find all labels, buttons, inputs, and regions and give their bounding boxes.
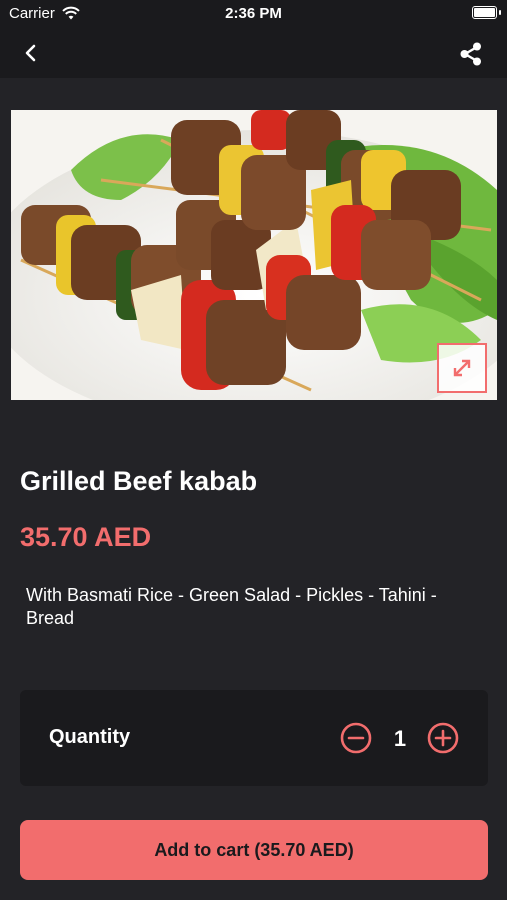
product-title: Grilled Beef kabab	[20, 466, 258, 496]
plus-circle-icon	[427, 722, 459, 754]
battery-cap	[499, 10, 501, 15]
status-bar: Carrier 2:36 PM	[0, 0, 507, 28]
quantity-value: 1	[393, 726, 407, 751]
expand-icon	[453, 359, 471, 377]
nav-bar	[0, 28, 507, 78]
decrease-quantity-button[interactable]	[340, 722, 372, 754]
share-button[interactable]	[457, 40, 485, 68]
expand-image-button[interactable]	[437, 343, 487, 393]
clock: 2:36 PM	[225, 5, 282, 22]
minus-circle-icon	[340, 722, 372, 754]
add-to-cart-button[interactable]: Add to cart (35.70 AED)	[20, 820, 488, 880]
quantity-label: Quantity	[49, 726, 131, 748]
product-price: 35.70 AED	[20, 522, 152, 552]
share-icon	[460, 42, 481, 66]
chevron-left-icon	[25, 44, 36, 62]
product-image	[11, 110, 497, 400]
battery-icon	[472, 6, 497, 19]
quantity-card: Quantity 1	[20, 690, 488, 786]
product-description: With Basmati Rice - Green Salad - Pickle…	[26, 585, 437, 628]
back-button[interactable]	[18, 40, 44, 66]
increase-quantity-button[interactable]	[427, 722, 459, 754]
